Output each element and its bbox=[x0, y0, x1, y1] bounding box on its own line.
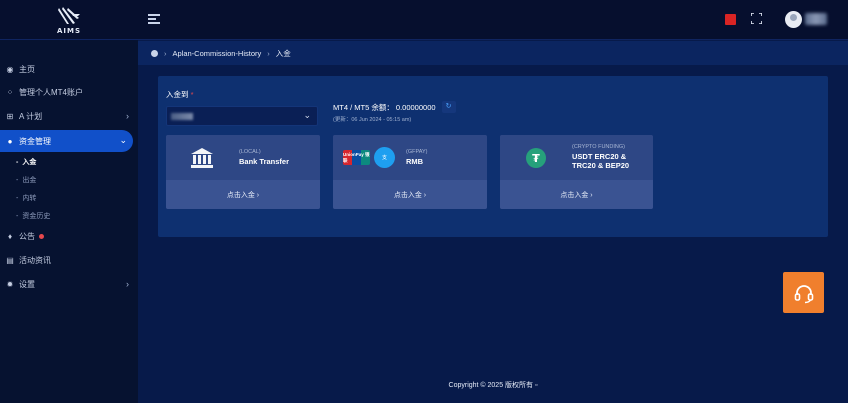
gear-icon: ✹ bbox=[6, 279, 14, 289]
menu-toggle-icon[interactable] bbox=[148, 14, 160, 24]
sidebar-item-label: 主页 bbox=[19, 64, 35, 74]
breadcrumb: › Aplan-Commission-History › 入金 bbox=[138, 41, 848, 65]
deposit-to-label: 入金到 * bbox=[166, 89, 194, 100]
dollar-icon: ● bbox=[7, 136, 13, 146]
sidebar-item-mt4-accounts[interactable]: ⁘ 管理个人MT4账户 bbox=[0, 83, 138, 101]
org-icon: ⊞ bbox=[6, 111, 14, 121]
deposit-button[interactable]: 点击入金 › bbox=[333, 180, 487, 209]
sidebar-subitem-deposit[interactable]: 入金 bbox=[16, 156, 36, 168]
card-header: (LOCAL) Bank Transfer bbox=[166, 135, 320, 180]
bell-icon: ♦ bbox=[7, 231, 13, 241]
logo[interactable]: AIMS bbox=[0, 0, 138, 40]
card-title: USDT ERC20 & TRC20 & BEP20 bbox=[572, 152, 630, 171]
tether-icon: ₮ bbox=[526, 148, 546, 168]
deposit-method-card-rmb[interactable]: UnionPay 银联 支 (GFPAY) RMB 点击入金 › bbox=[333, 135, 487, 209]
field-label-text: 入金到 bbox=[166, 90, 189, 99]
chevron-down-icon: ⌄ bbox=[119, 135, 127, 145]
sidebar-item-label: 管理个人MT4账户 bbox=[19, 87, 83, 97]
top-bar: AIMS bbox=[0, 0, 848, 40]
account-value-redacted bbox=[171, 113, 193, 120]
required-mark: * bbox=[190, 90, 194, 99]
sidebar-item-label: 设置 bbox=[19, 279, 35, 289]
home-icon[interactable] bbox=[151, 49, 158, 57]
bank-icon bbox=[191, 148, 213, 168]
sidebar-item-label: 资金管理 bbox=[19, 136, 51, 146]
sidebar-item-label: 活动资讯 bbox=[19, 255, 51, 265]
chevron-right-icon: › bbox=[126, 111, 129, 121]
refresh-icon[interactable]: ↻ bbox=[441, 101, 456, 113]
updated-timestamp: (更新：06 Jun 2024 - 05:15 am) bbox=[333, 117, 412, 123]
sidebar-item-events[interactable]: ▤ 活动资讯 bbox=[0, 251, 138, 269]
deposit-button[interactable]: 点击入金 › bbox=[166, 180, 320, 209]
sidebar-subitem-transfer[interactable]: 内转 bbox=[16, 192, 36, 204]
sidebar-subitem-fund-history[interactable]: 资金历史 bbox=[16, 210, 50, 222]
logo-text: AIMS bbox=[56, 26, 82, 35]
avatar[interactable] bbox=[785, 11, 802, 28]
card-title: Bank Transfer bbox=[239, 157, 290, 166]
notification-dot bbox=[39, 233, 44, 239]
sidebar-item-home[interactable]: ◉ 主页 bbox=[0, 60, 138, 78]
card-title: RMB bbox=[406, 157, 424, 166]
breadcrumb-separator: › bbox=[267, 48, 270, 58]
footer-copyright: Copyright © 2025 版权所有 ▫ bbox=[448, 382, 538, 389]
sidebar-item-settings[interactable]: ✹ 设置 › bbox=[0, 275, 138, 293]
username-redacted[interactable] bbox=[805, 13, 827, 25]
breadcrumb-separator: › bbox=[164, 48, 167, 58]
fullscreen-icon[interactable] bbox=[751, 13, 762, 24]
deposit-method-card-usdt[interactable]: ₮ (CRYPTO FUNDING) USDT ERC20 & TRC20 & … bbox=[500, 135, 653, 209]
deposit-panel: 入金到 * ⌄ MT4 / MT5 余额： 0.00000000 ↻ (更新：0… bbox=[158, 76, 828, 237]
unionpay-icon: UnionPay 银联 bbox=[343, 150, 370, 165]
chevron-down-icon: ⌄ bbox=[303, 110, 311, 120]
card-subtitle: (LOCAL) bbox=[239, 149, 261, 155]
breadcrumb-item[interactable]: Aplan-Commission-History bbox=[173, 49, 262, 58]
grid-icon: ⁘ bbox=[6, 87, 14, 97]
sidebar-item-label: 公告 bbox=[19, 231, 35, 241]
sidebar-item-fund-management[interactable]: ● 资金管理 ⌄ bbox=[0, 130, 133, 152]
card-header: ₮ (CRYPTO FUNDING) USDT ERC20 & TRC20 & … bbox=[500, 135, 653, 180]
deposit-button[interactable]: 点击入金 › bbox=[500, 180, 653, 209]
card-subtitle: (GFPAY) bbox=[406, 149, 428, 155]
doc-icon: ▤ bbox=[6, 255, 14, 265]
sidebar: ◉ 主页 ⁘ 管理个人MT4账户 ⊞ A 计划 › ● 资金管理 ⌄ 入金 出金… bbox=[0, 40, 138, 403]
headset-icon bbox=[794, 284, 813, 303]
aims-logo-icon bbox=[58, 6, 80, 24]
sidebar-item-announcements[interactable]: ♦ 公告 bbox=[0, 227, 138, 245]
sidebar-subitem-withdraw[interactable]: 出金 bbox=[16, 174, 36, 186]
account-select[interactable]: ⌄ bbox=[166, 106, 318, 126]
home-icon: ◉ bbox=[6, 64, 14, 74]
support-button[interactable] bbox=[783, 272, 824, 313]
balance-text: MT4 / MT5 余额： 0.00000000 bbox=[333, 102, 436, 112]
card-header: UnionPay 银联 支 (GFPAY) RMB bbox=[333, 135, 487, 180]
deposit-method-card-bank[interactable]: (LOCAL) Bank Transfer 点击入金 › bbox=[166, 135, 320, 209]
sidebar-item-label: A 计划 bbox=[19, 111, 43, 121]
card-subtitle: (CRYPTO FUNDING) bbox=[572, 144, 625, 150]
alipay-icon: 支 bbox=[374, 147, 395, 168]
breadcrumb-item-current: 入金 bbox=[275, 48, 291, 58]
balance-readout: MT4 / MT5 余额： 0.00000000 ↻ bbox=[333, 101, 456, 113]
cn-flag-icon[interactable] bbox=[725, 14, 736, 25]
sidebar-item-a-plan[interactable]: ⊞ A 计划 › bbox=[0, 107, 138, 125]
chevron-right-icon: › bbox=[126, 279, 129, 289]
